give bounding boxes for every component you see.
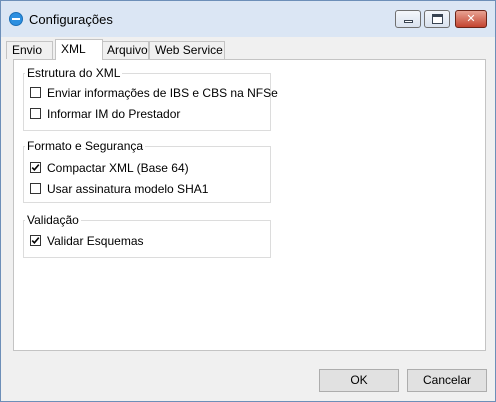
option-label: Enviar informações de IBS e CBS na NFSe xyxy=(47,86,278,100)
ok-button[interactable]: OK xyxy=(319,369,399,392)
cancel-button[interactable]: Cancelar xyxy=(407,369,487,392)
minimize-icon xyxy=(404,20,413,23)
app-logo-icon xyxy=(9,12,23,26)
checkmark-icon xyxy=(31,237,40,244)
tab-web-service[interactable]: Web Service xyxy=(149,41,225,59)
checkbox-checked[interactable] xyxy=(30,235,41,246)
tab-strip: Envio XML Arquivo Web Service xyxy=(6,39,490,60)
group-estrutura-xml: Estrutura do XML Enviar informações de I… xyxy=(23,66,278,131)
group-legend: Formato e Segurança xyxy=(25,139,146,153)
maximize-button[interactable] xyxy=(424,10,450,28)
configuracoes-dialog: Configurações ✕ Envio XML Arquivo Web Se… xyxy=(0,0,496,402)
group-formato-seguranca: Formato e Segurança Compactar XML (Base … xyxy=(23,139,271,203)
checkbox-unchecked[interactable] xyxy=(30,108,41,119)
group-validacao: Validação Validar Esquemas xyxy=(23,213,271,258)
group-legend: Estrutura do XML xyxy=(25,66,123,80)
option-label: Usar assinatura modelo SHA1 xyxy=(47,182,209,196)
title-bar[interactable]: Configurações ✕ xyxy=(1,1,495,37)
checkmark-icon xyxy=(31,164,40,171)
close-icon: ✕ xyxy=(466,12,476,25)
maximize-icon xyxy=(432,14,443,24)
close-button[interactable]: ✕ xyxy=(455,10,487,28)
group-legend: Validação xyxy=(25,213,81,227)
checkbox-unchecked[interactable] xyxy=(30,183,41,194)
checkbox-unchecked[interactable] xyxy=(30,87,41,98)
option-label: Compactar XML (Base 64) xyxy=(47,161,189,175)
option-label: Informar IM do Prestador xyxy=(47,107,181,121)
option-label: Validar Esquemas xyxy=(47,234,144,248)
window-title: Configurações xyxy=(29,12,113,27)
xml-tab-panel: Estrutura do XML Enviar informações de I… xyxy=(13,59,486,351)
tab-arquivo[interactable]: Arquivo xyxy=(101,41,149,59)
tab-envio[interactable]: Envio xyxy=(6,41,53,59)
checkbox-checked[interactable] xyxy=(30,162,41,173)
minimize-button[interactable] xyxy=(395,10,421,28)
tab-xml[interactable]: XML xyxy=(55,39,103,60)
